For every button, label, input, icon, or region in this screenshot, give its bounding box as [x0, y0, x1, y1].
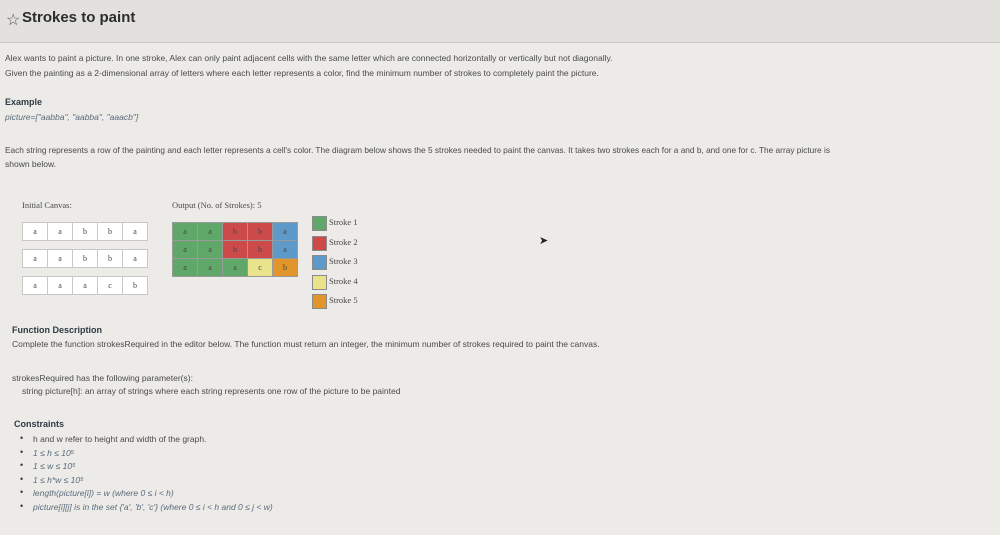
grid-row: aabba	[172, 222, 298, 241]
legend-swatch	[312, 255, 327, 270]
constraint-item: h and w refer to height and width of the…	[33, 434, 207, 444]
bullet-icon: •	[20, 487, 24, 497]
grid-cell: b	[97, 249, 123, 268]
grid-cell: a	[197, 240, 223, 259]
grid-cell: a	[47, 249, 73, 268]
bullet-icon: •	[20, 446, 24, 457]
grid-cell: a	[47, 222, 73, 241]
example-picture: picture=["aabba", "aabba", "aaacb"]	[5, 112, 139, 122]
grid-cell: a	[122, 222, 148, 241]
grid-cell: a	[47, 276, 73, 295]
grid-cell: b	[222, 222, 248, 241]
grid-cell: b	[222, 240, 248, 259]
legend-label: Stroke 2	[329, 236, 358, 247]
grid-cell: a	[172, 222, 198, 241]
grid-cell: a	[122, 249, 148, 268]
mouse-cursor-icon: ➤	[539, 235, 549, 247]
output-label: Output (No. of Strokes): 5	[172, 200, 262, 210]
grid-cell: a	[22, 249, 48, 268]
bullet-icon: •	[20, 473, 24, 484]
grid-cell: b	[247, 222, 273, 241]
constraint-item: 1 ≤ h*w ≤ 10⁵	[33, 474, 84, 485]
grid-cell: b	[272, 258, 298, 277]
output-canvas-grid: aabbaaabbaaaacb	[172, 222, 298, 277]
star-icon[interactable]: ☆	[6, 10, 20, 30]
grid-row: aabba	[22, 249, 148, 268]
legend-swatch	[312, 294, 327, 309]
legend-label: Stroke 5	[329, 295, 358, 305]
bullet-icon: •	[20, 500, 24, 511]
page-title: Strokes to paint	[22, 9, 136, 26]
example-desc-1: Each string represents a row of the pain…	[5, 145, 830, 155]
grid-cell: b	[72, 249, 98, 268]
function-description-heading: Function Description	[12, 325, 102, 335]
grid-cell: a	[272, 240, 298, 259]
grid-spacer	[23, 241, 148, 250]
constraint-item: 1 ≤ w ≤ 10⁵	[33, 461, 76, 471]
grid-cell: a	[222, 258, 248, 277]
grid-row: aabba	[22, 222, 148, 241]
initial-canvas-label: Initial Canvas:	[22, 200, 72, 210]
grid-cell: b	[97, 222, 123, 241]
grid-row: aabba	[172, 240, 298, 259]
grid-cell: a	[197, 258, 223, 277]
constraint-item: length(picture[i]) = w (where 0 ≤ i < h)	[33, 488, 174, 498]
bullet-icon: •	[20, 460, 24, 470]
bullet-icon: •	[20, 433, 24, 443]
constraints-heading: Constraints	[14, 419, 65, 429]
legend-label: Stroke 3	[329, 256, 358, 266]
grid-row: aaacb	[172, 258, 298, 277]
intro-line-2: Given the painting as a 2-dimensional ar…	[5, 68, 599, 78]
header-bar: ☆ Strokes to paint	[0, 0, 1000, 43]
constraint-item: picture[i][j] is in the set {'a', 'b', '…	[33, 501, 273, 512]
grid-cell: a	[22, 222, 48, 241]
grid-cell: c	[97, 276, 123, 295]
grid-cell: b	[72, 222, 98, 241]
constraint-item: 1 ≤ h ≤ 10⁵	[33, 447, 75, 458]
parameter-picture: string picture[h]: an array of strings w…	[22, 386, 401, 396]
grid-cell: a	[72, 276, 98, 295]
parameters-heading: strokesRequired has the following parame…	[12, 373, 193, 383]
grid-cell: a	[272, 222, 298, 241]
grid-spacer	[23, 268, 148, 277]
grid-cell: a	[172, 258, 198, 277]
grid-cell: a	[172, 240, 198, 259]
function-description-text: Complete the function strokesRequired in…	[12, 339, 600, 349]
grid-cell: c	[247, 258, 273, 277]
grid-cell: a	[197, 222, 223, 241]
intro-line-1: Alex wants to paint a picture. In one st…	[5, 53, 613, 63]
legend-label: Stroke 1	[329, 217, 358, 227]
example-heading: Example	[5, 97, 43, 107]
initial-canvas-grid: aabbaaabbaaaacb	[22, 222, 148, 295]
legend-swatch	[312, 274, 327, 290]
grid-row: aaacb	[22, 276, 148, 295]
legend-label: Stroke 4	[329, 275, 358, 286]
grid-cell: a	[22, 276, 48, 295]
example-desc-2: shown below.	[5, 159, 57, 169]
legend-swatch	[312, 216, 327, 231]
legend-swatch	[312, 235, 327, 251]
grid-cell: b	[122, 276, 148, 295]
grid-cell: b	[247, 240, 273, 259]
